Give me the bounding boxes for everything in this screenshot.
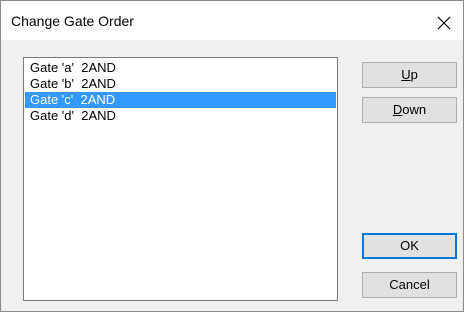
close-icon — [437, 16, 451, 30]
up-label-rest: p — [410, 67, 418, 82]
title-bar: Change Gate Order — [1, 1, 463, 40]
gate-list[interactable]: Gate 'a' 2AND Gate 'b' 2AND Gate 'c' 2AN… — [23, 57, 338, 301]
up-button[interactable]: Up — [362, 62, 457, 88]
cancel-button[interactable]: Cancel — [362, 272, 457, 298]
change-gate-order-dialog: Change Gate Order Gate 'a' 2AND Gate 'b'… — [0, 0, 464, 312]
close-button[interactable] — [429, 11, 459, 35]
down-mnemonic: D — [392, 102, 403, 117]
list-item-gate-d[interactable]: Gate 'd' 2AND — [25, 108, 336, 124]
ok-button[interactable]: OK — [362, 233, 457, 259]
list-item-gate-c[interactable]: Gate 'c' 2AND — [25, 92, 336, 108]
down-button[interactable]: Down — [362, 97, 457, 123]
down-label-rest: own — [402, 102, 427, 117]
list-item-gate-b[interactable]: Gate 'b' 2AND — [25, 76, 336, 92]
list-item-gate-a[interactable]: Gate 'a' 2AND — [25, 60, 336, 76]
dialog-title: Change Gate Order — [11, 13, 134, 29]
up-mnemonic: U — [401, 67, 411, 82]
